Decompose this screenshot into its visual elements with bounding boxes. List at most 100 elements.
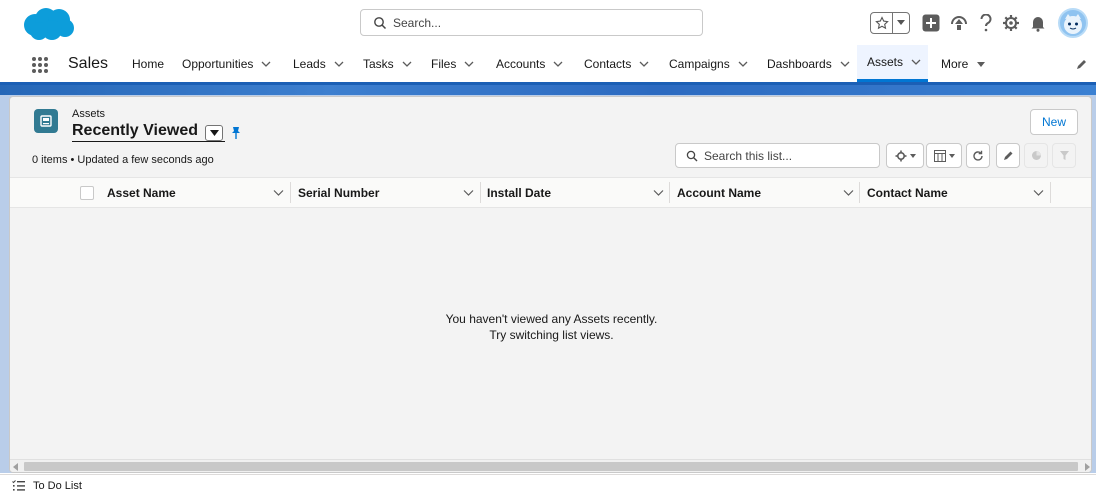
column-divider[interactable] (669, 182, 670, 203)
nav-tab-label: Opportunities (182, 56, 254, 71)
nav-tab-home[interactable]: Home (132, 45, 164, 82)
filters-button[interactable] (1052, 143, 1076, 168)
utility-item-label: To Do List (33, 480, 82, 492)
chevron-down-icon[interactable] (653, 187, 664, 198)
list-meta-info: 0 items • Updated a few seconds ago (32, 154, 214, 166)
global-search-input[interactable]: Search... (360, 9, 703, 36)
chevron-down-icon[interactable] (464, 59, 474, 69)
chevron-down-icon[interactable] (738, 59, 748, 69)
nav-tab-label: Assets (867, 55, 904, 69)
global-actions-plus-icon[interactable] (920, 12, 942, 34)
chevron-down-icon[interactable] (639, 59, 649, 69)
scroll-left-arrow-icon[interactable] (13, 463, 18, 471)
refresh-button[interactable] (966, 143, 990, 168)
scrollbar-thumb[interactable] (24, 462, 1078, 471)
nav-tab-label: Tasks (363, 56, 394, 71)
chevron-down-icon[interactable] (1033, 187, 1044, 198)
nav-tab-more[interactable]: More (941, 45, 986, 82)
chevron-down-icon[interactable] (843, 187, 854, 198)
app-name: Sales (68, 55, 109, 72)
object-label: Assets (72, 108, 106, 120)
caret-down-icon[interactable] (976, 59, 986, 69)
column-divider[interactable] (859, 182, 860, 203)
chevron-down-icon[interactable] (463, 187, 474, 198)
filter-icon (1059, 151, 1069, 160)
nav-tab-label: Leads (293, 56, 326, 71)
nav-tab-label: Contacts (584, 56, 632, 71)
favorites-dropdown-icon[interactable] (893, 13, 909, 33)
trailhead-icon[interactable] (948, 12, 970, 34)
empty-state: You haven't viewed any Assets recently. … (10, 311, 1091, 343)
favorites-group (870, 12, 910, 34)
nav-tab-assets[interactable]: Assets (857, 45, 928, 82)
nav-tab-label: Campaigns (669, 56, 730, 71)
edit-nav-pencil-icon[interactable] (1076, 58, 1088, 70)
nav-tab-campaigns[interactable]: Campaigns (669, 45, 748, 82)
favorites-star-icon[interactable] (871, 13, 893, 33)
display-as-table-button[interactable] (926, 143, 962, 168)
help-icon[interactable] (975, 12, 997, 34)
chevron-down-icon[interactable] (273, 187, 284, 198)
column-header-install-date[interactable]: Install Date (487, 178, 551, 207)
global-search-placeholder: Search... (393, 16, 442, 30)
list-search-input[interactable]: Search this list... (675, 143, 880, 168)
nav-tab-label: Home (132, 56, 165, 71)
empty-state-message: You haven't viewed any Assets recently. (445, 312, 658, 326)
column-header-account-name[interactable]: Account Name (677, 178, 761, 207)
asset-object-icon (34, 109, 58, 133)
caret-down-icon (948, 153, 955, 158)
utility-item-to-do-list[interactable]: To Do List (12, 480, 82, 492)
to-do-list-icon (12, 480, 25, 491)
scroll-right-arrow-icon[interactable] (1085, 463, 1090, 471)
chevron-down-icon[interactable] (911, 57, 921, 67)
empty-state-hint: Try switching list views. (489, 328, 614, 342)
search-icon (374, 17, 387, 30)
list-view-title[interactable]: Recently Viewed (72, 122, 198, 140)
pie-chart-icon (1031, 151, 1041, 160)
nav-tab-files[interactable]: Files (431, 45, 474, 82)
nav-tab-label: Dashboards (767, 56, 832, 71)
chevron-down-icon[interactable] (261, 59, 271, 69)
nav-tab-tasks[interactable]: Tasks (363, 45, 412, 82)
nav-tab-label: More (941, 56, 969, 71)
salesforce-logo[interactable] (22, 7, 74, 41)
chevron-down-icon[interactable] (553, 59, 563, 69)
list-view-title-underline (72, 141, 225, 142)
user-avatar[interactable] (1058, 8, 1088, 38)
header-banner (0, 85, 1096, 95)
nav-tab-label: Accounts (496, 56, 546, 71)
utility-bar: To Do List (0, 474, 1096, 499)
refresh-icon (973, 150, 983, 161)
column-divider[interactable] (1050, 182, 1051, 203)
edit-list-button[interactable] (996, 143, 1020, 168)
pin-list-view-icon[interactable] (228, 124, 244, 142)
column-header-contact-name[interactable]: Contact Name (867, 178, 948, 207)
charts-button[interactable] (1024, 143, 1048, 168)
list-view-picker-button[interactable] (205, 125, 223, 141)
setup-gear-icon[interactable] (1000, 12, 1022, 34)
column-divider[interactable] (290, 182, 291, 203)
app-launcher-icon[interactable] (30, 55, 50, 75)
horizontal-scrollbar[interactable] (10, 459, 1091, 472)
column-header-asset-name[interactable]: Asset Name (107, 178, 176, 207)
list-view-controls-button[interactable] (886, 143, 924, 168)
nav-tab-accounts[interactable]: Accounts (496, 45, 563, 82)
column-header-serial-number[interactable]: Serial Number (298, 178, 379, 207)
list-view-card: Assets Recently Viewed New 0 items • Upd… (9, 96, 1092, 473)
list-search-placeholder: Search this list... (704, 149, 793, 163)
new-button[interactable]: New (1030, 109, 1078, 135)
notifications-bell-icon[interactable] (1027, 12, 1049, 34)
chevron-down-icon[interactable] (840, 59, 850, 69)
caret-down-icon (909, 153, 916, 158)
chevron-down-icon[interactable] (334, 59, 344, 69)
astro-avatar-icon (1064, 14, 1082, 34)
search-icon (686, 150, 698, 162)
select-all-checkbox[interactable] (80, 186, 94, 200)
nav-tab-leads[interactable]: Leads (293, 45, 344, 82)
chevron-down-icon[interactable] (402, 59, 412, 69)
column-divider[interactable] (480, 182, 481, 203)
nav-tab-contacts[interactable]: Contacts (584, 45, 649, 82)
nav-tab-dashboards[interactable]: Dashboards (767, 45, 850, 82)
nav-tab-opportunities[interactable]: Opportunities (182, 45, 271, 82)
global-header: Search... (0, 0, 1096, 45)
